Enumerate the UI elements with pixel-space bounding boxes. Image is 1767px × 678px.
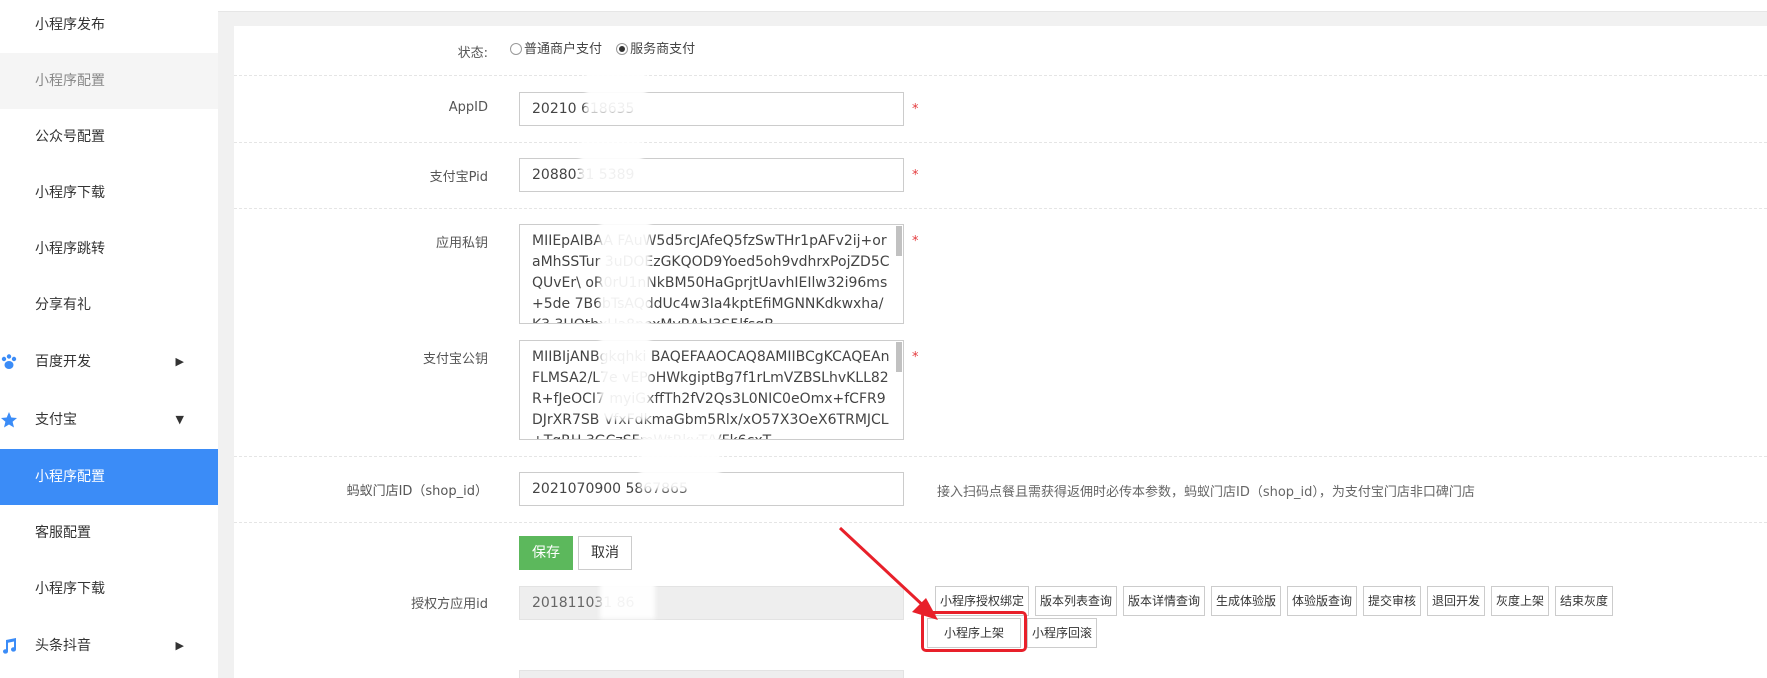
annotation-arrow-icon: [838, 526, 938, 620]
